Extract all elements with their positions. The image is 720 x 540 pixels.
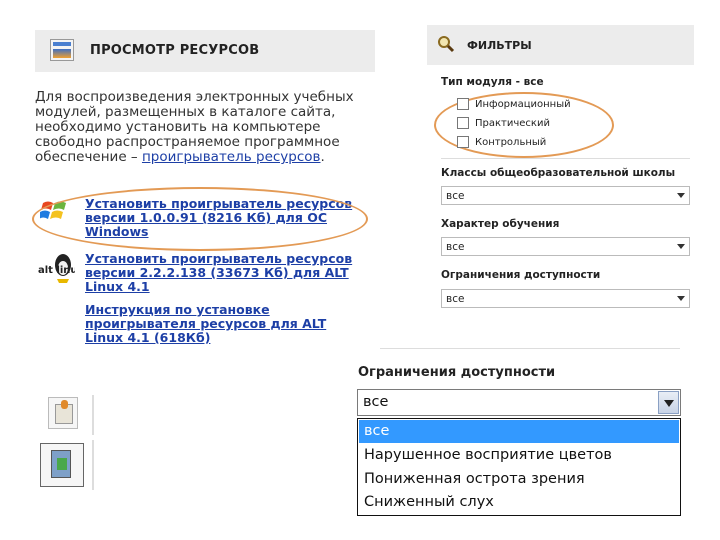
annotation-ellipse bbox=[32, 187, 368, 251]
chevron-down-icon bbox=[664, 400, 674, 407]
dropdown-options-list: все Нарушенное восприятие цветов Понижен… bbox=[357, 418, 681, 516]
divider bbox=[441, 158, 690, 159]
chevron-down-icon bbox=[677, 244, 685, 249]
resources-panel-header: ПРОСМОТР РЕСУРСОВ bbox=[35, 30, 375, 72]
access-select[interactable]: все bbox=[441, 289, 690, 308]
checkbox-practical[interactable]: Практический bbox=[457, 117, 550, 129]
svg-text:alt linux: alt linux bbox=[38, 265, 75, 276]
learning-label: Характер обучения bbox=[441, 218, 560, 230]
checkbox[interactable] bbox=[457, 98, 469, 110]
checkbox[interactable] bbox=[457, 136, 469, 148]
package-icon bbox=[40, 443, 84, 487]
checkbox-control[interactable]: Контрольный bbox=[457, 136, 546, 148]
dropdown-option[interactable]: Нарушенное восприятие цветов bbox=[359, 444, 679, 467]
dropdown-button[interactable] bbox=[658, 391, 679, 414]
magnifier-icon bbox=[438, 36, 455, 53]
learning-select[interactable]: все bbox=[441, 237, 690, 256]
divider bbox=[380, 348, 680, 349]
dropdown-option[interactable]: Пониженная острота зрения bbox=[359, 468, 679, 491]
dropdown-option[interactable]: Сниженный слух bbox=[359, 491, 679, 514]
class-select[interactable]: все bbox=[441, 186, 690, 205]
divider bbox=[92, 440, 94, 490]
resources-panel-title: ПРОСМОТР РЕСУРСОВ bbox=[90, 43, 260, 58]
window-icon bbox=[50, 39, 74, 61]
divider bbox=[92, 395, 94, 435]
filters-panel-header: ФИЛЬТРЫ bbox=[427, 25, 694, 65]
chevron-down-icon bbox=[677, 296, 685, 301]
access-dropdown[interactable]: все bbox=[357, 389, 681, 416]
download-alt-linux-link[interactable]: Установить проигрыватель ресурсов версии… bbox=[85, 252, 375, 294]
document-icon bbox=[48, 397, 78, 429]
alt-linux-logo-icon: alt linux bbox=[38, 254, 75, 283]
player-link[interactable]: проигрыватель ресурсов bbox=[142, 149, 321, 165]
access-label: Ограничения доступности bbox=[441, 269, 601, 281]
zoom-access-label: Ограничения доступности bbox=[358, 365, 556, 380]
install-instructions-link[interactable]: Инструкция по установке проигрывателя ре… bbox=[85, 303, 375, 345]
module-type-label: Тип модуля - все bbox=[441, 76, 544, 88]
chevron-down-icon bbox=[677, 193, 685, 198]
checkbox-informational[interactable]: Информационный bbox=[457, 98, 571, 110]
filters-panel-title: ФИЛЬТРЫ bbox=[467, 39, 532, 52]
checkbox[interactable] bbox=[457, 117, 469, 129]
install-description: Для воспроизведения электронных учебных … bbox=[35, 89, 354, 165]
dropdown-option[interactable]: все bbox=[359, 420, 679, 443]
class-label: Классы общеобразовательной школы bbox=[441, 167, 676, 179]
